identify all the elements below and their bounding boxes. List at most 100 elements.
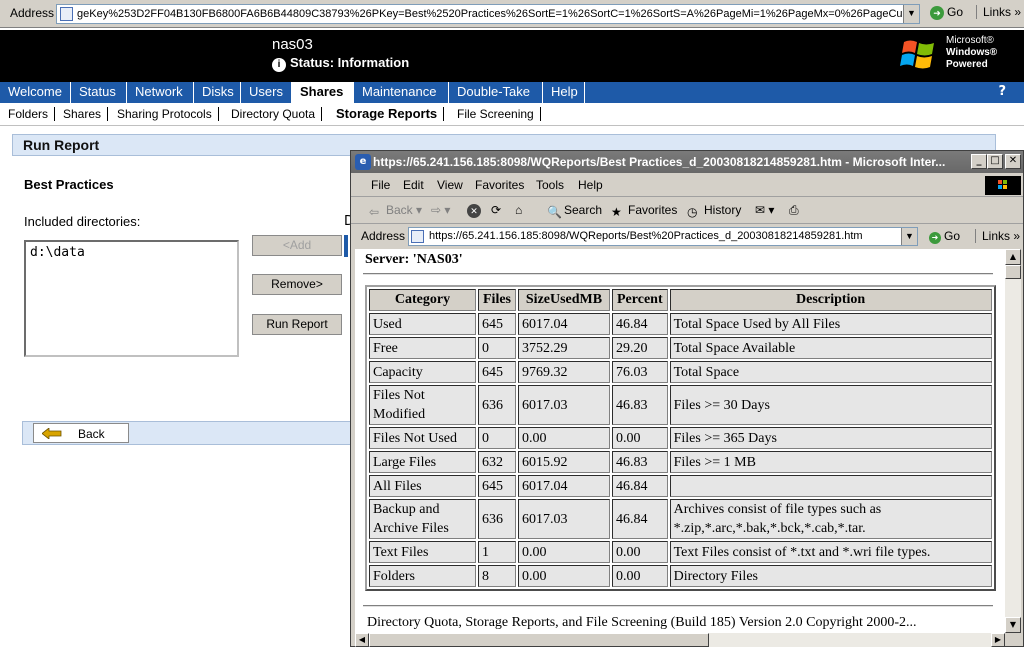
main-nav: Welcome Status Network Disks Users Share… <box>0 82 1024 103</box>
run-report-button[interactable]: Run Report <box>252 314 342 335</box>
scroll-left-icon[interactable]: ◀ <box>355 633 369 647</box>
go-arrow-icon: ➜ <box>930 6 944 20</box>
cell-category: Files Not Used <box>369 427 476 449</box>
subnav-file-screening[interactable]: File Screening <box>451 107 541 121</box>
report-table: Category Files SizeUsedMB Percent Descri… <box>365 285 996 591</box>
nav-network[interactable]: Network <box>127 82 194 103</box>
cell-description: Archives consist of file types such as *… <box>669 499 992 539</box>
cell-category: Folders <box>369 565 476 587</box>
history-button[interactable]: ◷ History <box>687 203 741 219</box>
scroll-up-icon[interactable]: ▲ <box>1005 249 1021 265</box>
stop-button[interactable]: ✕ <box>467 203 481 218</box>
cell-description: Files >= 365 Days <box>669 427 992 449</box>
minimize-icon[interactable]: _ <box>971 154 987 169</box>
forward-arrow-icon: ⇨ <box>431 203 442 217</box>
mail-button[interactable]: ✉ ▾ <box>755 203 774 217</box>
home-button[interactable]: ⌂ <box>515 203 522 217</box>
popup-address-label: Address <box>361 229 406 243</box>
cell-percent: 46.83 <box>612 451 668 473</box>
cell-percent: 0.00 <box>612 427 668 449</box>
subnav-folders[interactable]: Folders <box>2 107 56 121</box>
refresh-button[interactable]: ⟳ <box>491 203 501 217</box>
report-content: Server: 'NAS03' Category Files SizeUsedM… <box>355 249 1005 633</box>
included-directories-list[interactable]: d:\data <box>24 240 239 357</box>
address-url: geKey%253D2FF04B130FB6800FA6B6B44809C387… <box>77 8 916 20</box>
table-row: Capacity 645 9769.32 76.03 Total Space <box>369 361 992 383</box>
cell-description: Files >= 30 Days <box>669 385 992 425</box>
cell-percent: 76.03 <box>612 361 668 383</box>
popup-address-bar: Address https://65.241.156.185:8098/WQRe… <box>351 225 1023 247</box>
back-bar: Back <box>22 421 352 445</box>
horizontal-scrollbar[interactable]: ◀ ▶ <box>355 633 1005 647</box>
hscroll-thumb[interactable] <box>369 633 709 647</box>
cell-sizeusedmb: 6017.04 <box>518 475 610 497</box>
subnav-directory-quota[interactable]: Directory Quota <box>225 107 323 121</box>
go-button[interactable]: ➜ Go <box>930 5 963 20</box>
table-row: Backup and Archive Files 636 6017.03 46.84 A… <box>369 499 992 539</box>
menu-file[interactable]: File <box>371 178 390 192</box>
cell-percent: 46.84 <box>612 313 668 335</box>
popup-links-button[interactable]: Links » <box>975 229 1020 243</box>
cell-sizeusedmb: 9769.32 <box>518 361 610 383</box>
menu-help[interactable]: Help <box>578 178 603 192</box>
subnav-storage-reports[interactable]: Storage Reports <box>330 107 445 121</box>
report-name: Best Practices <box>24 177 114 192</box>
header-category: Category <box>369 289 476 311</box>
scroll-down-icon[interactable]: ▼ <box>1005 617 1021 633</box>
maximize-icon[interactable]: □ <box>987 154 1003 169</box>
cell-files: 8 <box>478 565 516 587</box>
print-button[interactable]: ⎙ <box>789 203 799 218</box>
scroll-right-icon[interactable]: ▶ <box>991 633 1005 647</box>
popup-address-input[interactable]: https://65.241.156.185:8098/WQReports/Be… <box>408 227 918 246</box>
hidden-field-edge <box>344 235 348 257</box>
cell-category: Free <box>369 337 476 359</box>
menu-view[interactable]: View <box>437 178 463 192</box>
back-button[interactable]: Back <box>33 423 129 443</box>
cell-category: Used <box>369 313 476 335</box>
popup-titlebar: e https://65.241.156.185:8098/WQReports/… <box>351 151 1023 173</box>
list-item[interactable]: d:\data <box>30 245 85 260</box>
search-button[interactable]: 🔍 Search <box>547 203 602 219</box>
nav-double-take[interactable]: Double-Take <box>449 82 543 103</box>
vertical-scrollbar[interactable]: ▲ ▼ <box>1005 249 1021 633</box>
stop-icon: ✕ <box>467 204 481 218</box>
subnav-sharing-protocols[interactable]: Sharing Protocols <box>111 107 219 121</box>
nav-help[interactable]: Help <box>543 82 585 103</box>
cell-files: 645 <box>478 313 516 335</box>
address-label: Address <box>10 6 55 20</box>
info-icon: i <box>272 58 286 72</box>
back-arrow-icon: ⇦ <box>369 205 380 219</box>
scroll-thumb[interactable] <box>1005 265 1021 279</box>
forward-toolbar-button[interactable]: ⇨ ▾ <box>431 203 450 217</box>
menu-favorites[interactable]: Favorites <box>475 178 524 192</box>
nav-users[interactable]: Users <box>241 82 292 103</box>
address-dropdown-icon[interactable]: ▼ <box>903 5 919 23</box>
help-icon[interactable]: ? <box>998 84 1006 99</box>
favorites-button[interactable]: ★ Favorites <box>611 203 677 219</box>
cell-files: 645 <box>478 475 516 497</box>
cell-description: Total Space <box>669 361 992 383</box>
close-icon[interactable]: ✕ <box>1005 154 1021 169</box>
popup-address-url: https://65.241.156.185:8098/WQReports/Be… <box>429 230 863 242</box>
cell-sizeusedmb: 6017.03 <box>518 499 610 539</box>
menu-edit[interactable]: Edit <box>403 178 424 192</box>
nav-welcome[interactable]: Welcome <box>0 82 71 103</box>
back-toolbar-button[interactable]: ⇦ Back ▾ <box>369 203 422 219</box>
menu-tools[interactable]: Tools <box>536 178 564 192</box>
nav-status[interactable]: Status <box>71 82 127 103</box>
remove-button[interactable]: Remove> <box>252 274 342 295</box>
nav-disks[interactable]: Disks <box>194 82 241 103</box>
popup-address-dropdown-icon[interactable]: ▼ <box>901 228 917 245</box>
popup-go-button[interactable]: ➜ Go <box>929 229 960 244</box>
address-input[interactable]: geKey%253D2FF04B130FB6800FA6B6B44809C387… <box>56 4 920 24</box>
nav-shares[interactable]: Shares <box>292 82 354 103</box>
windows-logo-icon <box>985 176 1021 195</box>
included-directories-label: Included directories: <box>24 214 141 229</box>
nav-maintenance[interactable]: Maintenance <box>354 82 449 103</box>
cell-category: Text Files <box>369 541 476 563</box>
cell-files: 1 <box>478 541 516 563</box>
subnav-shares[interactable]: Shares <box>57 107 109 121</box>
links-button[interactable]: Links » <box>976 5 1021 19</box>
popup-toolbar: ⇦ Back ▾ ⇨ ▾ ✕ ⟳ ⌂ 🔍 Search ★ Favorites ◷ Hi… <box>351 198 1023 224</box>
add-button[interactable]: <Add <box>252 235 342 256</box>
